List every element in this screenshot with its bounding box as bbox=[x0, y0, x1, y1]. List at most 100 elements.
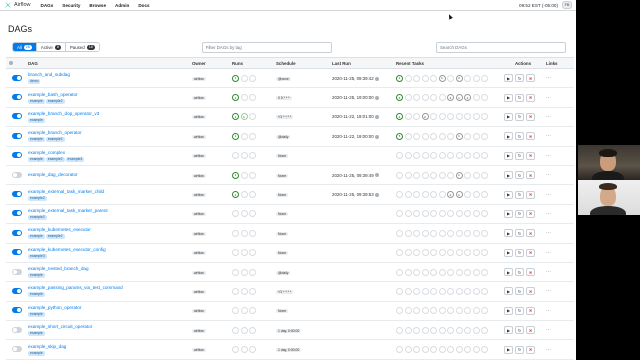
run-state-circle[interactable] bbox=[240, 307, 248, 315]
refresh-button[interactable]: ↻ bbox=[515, 326, 524, 335]
task-state-circle[interactable]: 1 bbox=[455, 132, 463, 140]
task-state-circle[interactable]: 1 bbox=[455, 94, 463, 102]
last-run-link[interactable]: 2020-11-25, 09:39:42 bbox=[332, 76, 374, 81]
task-state-circle[interactable] bbox=[455, 210, 463, 218]
task-state-circle[interactable] bbox=[421, 229, 429, 237]
task-state-circle[interactable] bbox=[464, 74, 471, 82]
last-run-link[interactable]: 2020-11-25, 09:39:53 bbox=[332, 192, 374, 197]
task-state-circle[interactable]: 1 bbox=[455, 191, 463, 199]
task-state-circle[interactable] bbox=[447, 113, 454, 121]
task-state-circle[interactable] bbox=[481, 210, 488, 218]
task-state-circle[interactable] bbox=[464, 229, 471, 237]
run-state-circle[interactable] bbox=[232, 210, 239, 218]
task-state-circle[interactable] bbox=[430, 132, 437, 140]
task-state-circle[interactable] bbox=[430, 113, 437, 121]
run-state-circle[interactable] bbox=[232, 346, 239, 354]
task-state-circle[interactable] bbox=[413, 94, 420, 102]
run-state-circle[interactable]: 1 bbox=[232, 132, 239, 140]
task-state-circle[interactable] bbox=[438, 346, 446, 354]
run-state-circle[interactable] bbox=[232, 326, 239, 334]
task-state-circle[interactable] bbox=[404, 268, 412, 276]
dag-toggle[interactable] bbox=[12, 307, 22, 314]
task-state-circle[interactable] bbox=[413, 287, 420, 295]
task-state-circle[interactable] bbox=[472, 249, 480, 257]
task-state-circle[interactable] bbox=[481, 132, 488, 140]
task-state-circle[interactable] bbox=[396, 210, 403, 218]
dag-tag[interactable]: example2 bbox=[28, 195, 47, 201]
dag-tag[interactable]: example bbox=[28, 350, 45, 356]
task-state-circle[interactable] bbox=[404, 132, 412, 140]
task-state-circle[interactable] bbox=[438, 210, 446, 218]
links-menu-icon[interactable]: ⋯ bbox=[546, 114, 551, 120]
task-state-circle[interactable]: 1 bbox=[396, 74, 403, 82]
task-state-circle[interactable]: 2 bbox=[421, 113, 429, 121]
task-state-circle[interactable]: 1 bbox=[455, 171, 463, 179]
dag-name-link[interactable]: branch_and_subdag bbox=[28, 72, 188, 78]
header-owner[interactable]: Owner bbox=[190, 58, 230, 69]
task-state-circle[interactable] bbox=[472, 171, 480, 179]
task-state-circle[interactable]: 3 bbox=[447, 94, 454, 102]
task-state-circle[interactable] bbox=[404, 191, 412, 199]
links-menu-icon[interactable]: ⋯ bbox=[546, 269, 551, 275]
dag-toggle[interactable] bbox=[12, 74, 22, 81]
run-state-circle[interactable] bbox=[249, 268, 256, 276]
task-state-circle[interactable] bbox=[438, 113, 446, 121]
task-state-circle[interactable] bbox=[413, 268, 420, 276]
task-state-circle[interactable] bbox=[404, 287, 412, 295]
task-state-circle[interactable] bbox=[464, 326, 471, 334]
trigger-dag-button[interactable]: ▶ bbox=[504, 151, 513, 160]
user-avatar[interactable]: FB bbox=[562, 1, 572, 9]
task-state-circle[interactable] bbox=[421, 326, 429, 334]
task-state-circle[interactable] bbox=[438, 287, 446, 295]
dag-tag[interactable]: example2 bbox=[45, 98, 65, 104]
refresh-button[interactable]: ↻ bbox=[515, 345, 524, 354]
task-state-circle[interactable] bbox=[464, 287, 471, 295]
task-state-circle[interactable] bbox=[413, 171, 420, 179]
delete-dag-button[interactable]: ✖ bbox=[526, 345, 535, 354]
run-state-circle[interactable] bbox=[240, 249, 248, 257]
nav-security[interactable]: Security bbox=[62, 3, 80, 8]
filter-all-button[interactable]: All 26 bbox=[13, 43, 37, 51]
task-state-circle[interactable] bbox=[455, 326, 463, 334]
links-menu-icon[interactable]: ⋯ bbox=[546, 327, 551, 333]
run-state-circle[interactable] bbox=[240, 229, 248, 237]
task-state-circle[interactable] bbox=[438, 94, 446, 102]
dag-name-link[interactable]: example_python_operator bbox=[28, 305, 188, 311]
trigger-dag-button[interactable]: ▶ bbox=[504, 93, 513, 102]
task-state-circle[interactable] bbox=[421, 210, 429, 218]
last-run-link[interactable]: 2020-11-25, 09:39:49 bbox=[332, 173, 374, 178]
dag-tag[interactable]: example bbox=[28, 98, 45, 104]
task-state-circle[interactable] bbox=[481, 171, 488, 179]
delete-dag-button[interactable]: ✖ bbox=[526, 151, 535, 160]
dag-tag[interactable]: example3 bbox=[65, 156, 85, 162]
trigger-dag-button[interactable]: ▶ bbox=[504, 229, 513, 238]
run-state-circle[interactable] bbox=[249, 191, 256, 199]
run-state-circle[interactable] bbox=[249, 113, 256, 121]
dag-toggle[interactable] bbox=[12, 229, 22, 236]
task-state-circle[interactable] bbox=[421, 191, 429, 199]
filter-active-button[interactable]: Active 8 bbox=[36, 43, 66, 51]
trigger-dag-button[interactable]: ▶ bbox=[504, 74, 513, 83]
trigger-dag-button[interactable]: ▶ bbox=[504, 268, 513, 277]
task-state-circle[interactable] bbox=[438, 171, 446, 179]
task-state-circle[interactable] bbox=[472, 191, 480, 199]
task-state-circle[interactable] bbox=[447, 268, 454, 276]
task-state-circle[interactable] bbox=[455, 307, 463, 315]
task-state-circle[interactable] bbox=[464, 132, 471, 140]
dag-toggle[interactable] bbox=[12, 94, 22, 101]
header-last-run[interactable]: Last Run bbox=[330, 58, 394, 69]
task-state-circle[interactable] bbox=[472, 346, 480, 354]
links-menu-icon[interactable]: ⋯ bbox=[546, 172, 551, 178]
task-state-circle[interactable] bbox=[413, 132, 420, 140]
task-state-circle[interactable] bbox=[472, 268, 480, 276]
task-state-circle[interactable] bbox=[438, 229, 446, 237]
delete-dag-button[interactable]: ✖ bbox=[526, 171, 535, 180]
run-state-circle[interactable] bbox=[240, 152, 248, 160]
task-state-circle[interactable] bbox=[455, 268, 463, 276]
delete-dag-button[interactable]: ✖ bbox=[526, 287, 535, 296]
task-state-circle[interactable] bbox=[396, 191, 403, 199]
run-state-circle[interactable]: 1 bbox=[232, 171, 239, 179]
task-state-circle[interactable] bbox=[481, 74, 488, 82]
nav-dags[interactable]: DAGs bbox=[41, 3, 54, 8]
run-state-circle[interactable]: 1 bbox=[232, 94, 239, 102]
